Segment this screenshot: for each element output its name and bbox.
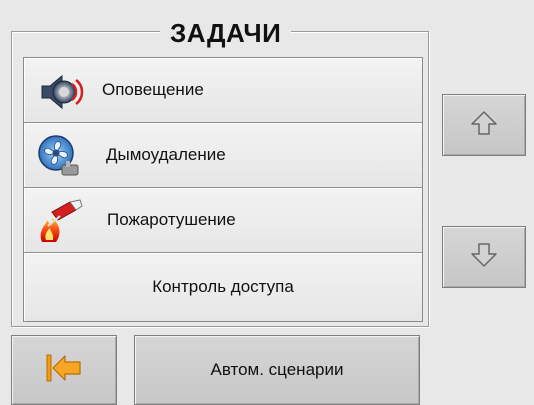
fan-icon bbox=[36, 133, 84, 181]
auto-scenarios-button[interactable]: Автом. сценарии bbox=[134, 335, 420, 405]
auto-scenarios-label: Автом. сценарии bbox=[210, 360, 344, 379]
task-access-control[interactable]: Контроль доступа bbox=[24, 253, 422, 321]
speaker-icon bbox=[36, 68, 84, 116]
task-list: Оповещение Дымоудаление Пожаротушение Ко… bbox=[23, 57, 423, 322]
page-title: ЗАДАЧИ bbox=[160, 16, 292, 50]
task-fire-extinguishing-label: Пожаротушение bbox=[107, 210, 236, 229]
task-access-control-label: Контроль доступа bbox=[152, 277, 294, 296]
scroll-down-button[interactable] bbox=[442, 226, 526, 288]
task-smoke-removal[interactable]: Дымоудаление bbox=[24, 123, 422, 188]
task-fire-extinguishing[interactable]: Пожаротушение bbox=[24, 188, 422, 253]
task-smoke-removal-label: Дымоудаление bbox=[106, 145, 226, 164]
task-notification-label: Оповещение bbox=[102, 80, 204, 99]
arrow-up-icon bbox=[469, 108, 499, 143]
task-notification[interactable]: Оповещение bbox=[24, 58, 422, 123]
arrow-down-icon bbox=[469, 240, 499, 275]
scroll-up-button[interactable] bbox=[442, 94, 526, 156]
back-button[interactable] bbox=[11, 335, 117, 405]
arrow-left-to-bar-icon bbox=[44, 351, 84, 390]
fire-extinguisher-icon bbox=[36, 198, 84, 246]
